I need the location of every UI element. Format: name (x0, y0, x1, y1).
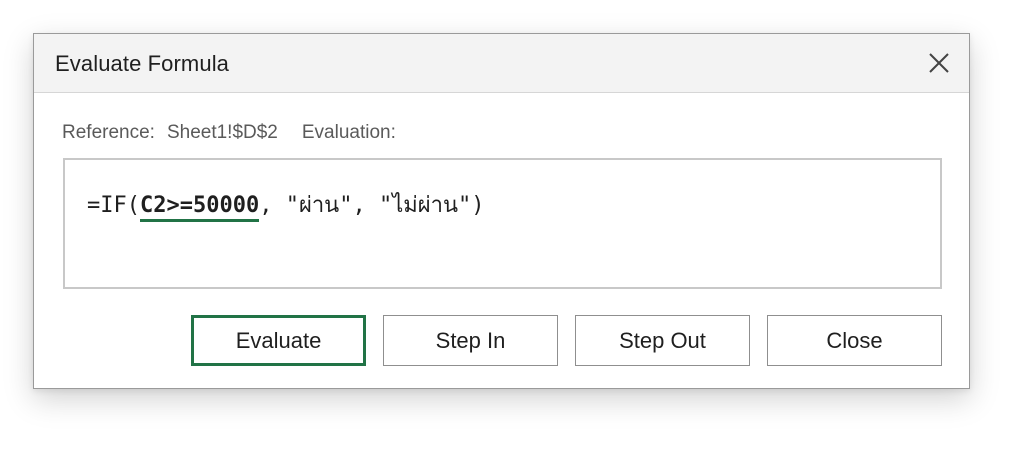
formula-text: =IF(C2>=50000, "ผ่าน", "ไม่ผ่าน") (87, 187, 485, 222)
evaluate-button[interactable]: Evaluate (191, 315, 366, 366)
formula-highlighted-part: C2>=50000 (139, 193, 260, 222)
reference-row: Reference: Sheet1!$D$2 Evaluation: (62, 122, 396, 144)
step-in-button[interactable]: Step In (383, 315, 558, 366)
close-button[interactable]: Close (767, 315, 942, 366)
dialog-title: Evaluate Formula (55, 51, 230, 76)
reference-value: Sheet1!$D$2 (166, 122, 278, 143)
dialog-titlebar: Evaluate Formula (34, 34, 969, 93)
evaluation-box[interactable]: =IF(C2>=50000, "ผ่าน", "ไม่ผ่าน") (63, 158, 942, 289)
formula-prefix: =IF( (87, 193, 140, 218)
formula-suffix: , "ผ่าน", "ไม่ผ่าน") (259, 193, 485, 218)
evaluation-label: Evaluation: (301, 122, 396, 143)
reference-label: Reference: (62, 122, 155, 143)
step-out-button[interactable]: Step Out (575, 315, 750, 366)
close-icon-glyph (929, 53, 949, 73)
close-icon[interactable] (927, 51, 951, 75)
evaluate-formula-dialog: Evaluate Formula Reference: Sheet1!$D$2 Ev… (33, 33, 970, 389)
